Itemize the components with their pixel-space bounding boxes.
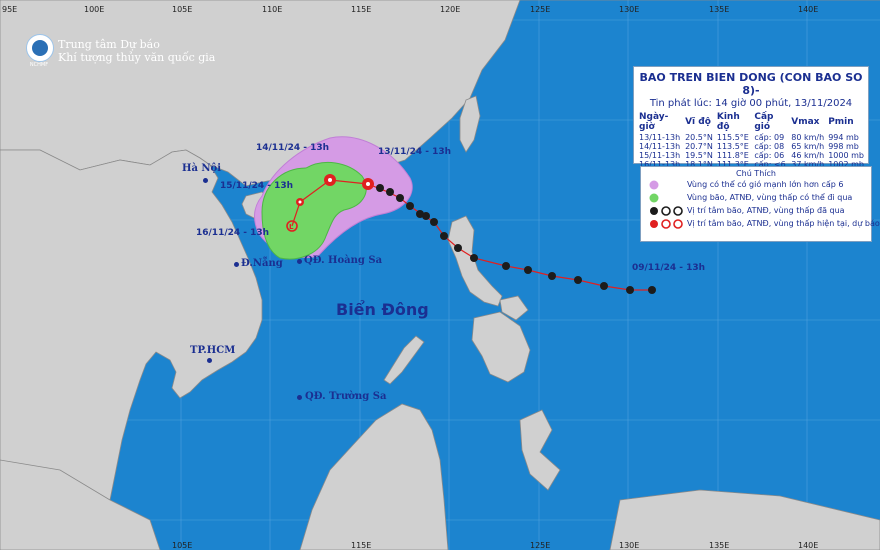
past-typhoon-icon	[470, 254, 478, 262]
logo-caption: NCHMF	[29, 62, 49, 68]
legend-item: Vùng bão, ATNĐ, vùng thấp có thể đi qua	[641, 191, 871, 204]
past-typhoon-icon	[502, 262, 510, 270]
tick-bottom-135e: 135E	[709, 541, 730, 550]
past-typhoon-icon	[406, 202, 414, 210]
track-label-09-11: 09/11/24 - 13h	[632, 263, 706, 273]
legend-title: Chú Thích	[736, 169, 776, 178]
weather-map: L 95E 100E 105E 110E 115E 120E 125E 130E…	[0, 0, 880, 550]
forecast-table-header: Ngày-giờ Vĩ độ Kinh độ Cấp gió Vmax Pmin	[639, 112, 868, 133]
place-hanoi: Hà Nội	[182, 163, 222, 174]
green-dot-icon	[649, 193, 659, 203]
col-lat: Vĩ độ	[685, 117, 711, 127]
legend-item: Vùng có thể có gió mạnh lớn hơn cấp 6	[641, 178, 871, 191]
track-label-16-11: 16/11/24 - 13h	[196, 228, 270, 238]
past-typhoon-icon	[440, 232, 448, 240]
bulletin-title: BAO TREN BIEN DONG (CON BAO SO 8)-	[639, 71, 863, 97]
past-typhoon-icon	[454, 244, 462, 252]
land-sulawesi	[519, 409, 561, 491]
past-typhoon-icon	[600, 282, 608, 290]
tick-top-125e: 125E	[530, 5, 551, 14]
tick-bottom-105e: 105E	[172, 541, 193, 550]
past-typhoon-icon	[648, 286, 656, 294]
col-pmin: Pmin	[828, 117, 854, 127]
tick-top-100e: 100E	[84, 5, 105, 14]
past-typhoon-icon	[386, 188, 394, 196]
danang-marker	[234, 262, 239, 267]
agency-line-1: Trung tâm Dự báo	[58, 38, 160, 51]
col-wind-level: Cấp gió	[754, 112, 774, 132]
hcm-marker	[207, 358, 212, 363]
land-borneo	[299, 403, 449, 550]
track-label-15-11: 15/11/24 - 13h	[220, 181, 294, 191]
land-palawan	[383, 335, 425, 385]
tick-top-120e: 120E	[440, 5, 461, 14]
agency-logo	[26, 34, 54, 62]
past-typhoon-icon	[416, 210, 424, 218]
tick-bottom-125e: 125E	[530, 541, 551, 550]
tick-top-135e: 135E	[709, 5, 730, 14]
typhoon-forecast-icon	[650, 219, 683, 229]
past-typhoon-icon	[524, 266, 532, 274]
forecast-table: Ngày-giờ Vĩ độ Kinh độ Cấp gió Vmax Pmin…	[639, 112, 868, 169]
table-row: 14/11-13h 20.7°N 113.5°E cấp: 08 65 km/h 998 …	[639, 142, 859, 151]
tick-bottom-130e: 130E	[619, 541, 640, 550]
place-truongsa: QĐ. Trường Sa	[305, 391, 387, 402]
legend-item: Vị trí tâm bão, ATNĐ, vùng thấp hiện tại…	[641, 217, 880, 230]
bulletin-issued: Tin phát lúc: 14 giờ 00 phút, 13/11/2024	[649, 98, 853, 109]
tick-top-130e: 130E	[619, 5, 640, 14]
tick-top-140e: 140E	[798, 5, 819, 14]
track-label-14-11: 14/11/24 - 13h	[256, 143, 330, 153]
table-row: 15/11-13h 19.5°N 111.8°E cấp: 06 46 km/h 1000…	[639, 151, 864, 160]
legend-panel: Chú Thích Vùng có thể có gió mạnh lớn hơ…	[640, 166, 880, 242]
tick-top-105e: 105E	[172, 5, 193, 14]
past-typhoon-icon	[396, 194, 404, 202]
past-typhoon-icon	[574, 276, 582, 284]
place-hoangsa: QĐ. Hoàng Sa	[304, 255, 383, 266]
pink-dot-icon	[649, 180, 659, 190]
past-track-line	[367, 183, 652, 291]
svg-text:L: L	[289, 223, 294, 231]
place-danang: Đ.Nẵng	[241, 258, 283, 269]
typhoon-past-icon	[650, 206, 683, 216]
track-label-13-11: 13/11/24 - 13h	[378, 147, 452, 157]
land-newguinea	[609, 489, 880, 550]
legend-item: Vị trí tâm bão, ATNĐ, vùng thấp đã qua	[641, 204, 871, 217]
past-track-symbols	[376, 184, 656, 294]
agency-line-2: Khí tượng thủy văn quốc gia	[58, 51, 216, 64]
place-hcm: TP.HCM	[190, 345, 236, 356]
bulletin-panel: BAO TREN BIEN DONG (CON BAO SO 8)- Tin p…	[633, 66, 869, 169]
tick-bottom-115e: 115E	[351, 541, 372, 550]
tick-top-115e: 115E	[351, 5, 372, 14]
past-typhoon-icon	[626, 286, 634, 294]
land-mindanao	[471, 311, 531, 383]
col-vmax: Vmax	[791, 117, 820, 127]
hoangsa-marker	[297, 259, 302, 264]
tick-bottom-140e: 140E	[798, 541, 819, 550]
tick-top-95e: 95E	[2, 5, 18, 14]
table-row: 13/11-13h 20.5°N 115.5°E cấp: 09 80 km/h 994 …	[639, 133, 859, 142]
col-datetime: Ngày-giờ	[639, 112, 669, 132]
sea-label: Biển Đông	[336, 300, 429, 319]
past-typhoon-icon	[548, 272, 556, 280]
agency-name: Trung tâm Dự báo Khí tượng thủy văn quốc…	[58, 38, 215, 64]
hanoi-marker	[203, 178, 208, 183]
col-lon: Kinh độ	[716, 112, 740, 132]
past-typhoon-icon	[376, 184, 384, 192]
truongsa-marker	[297, 395, 302, 400]
past-typhoon-icon	[430, 218, 438, 226]
tick-top-110e: 110E	[262, 5, 283, 14]
